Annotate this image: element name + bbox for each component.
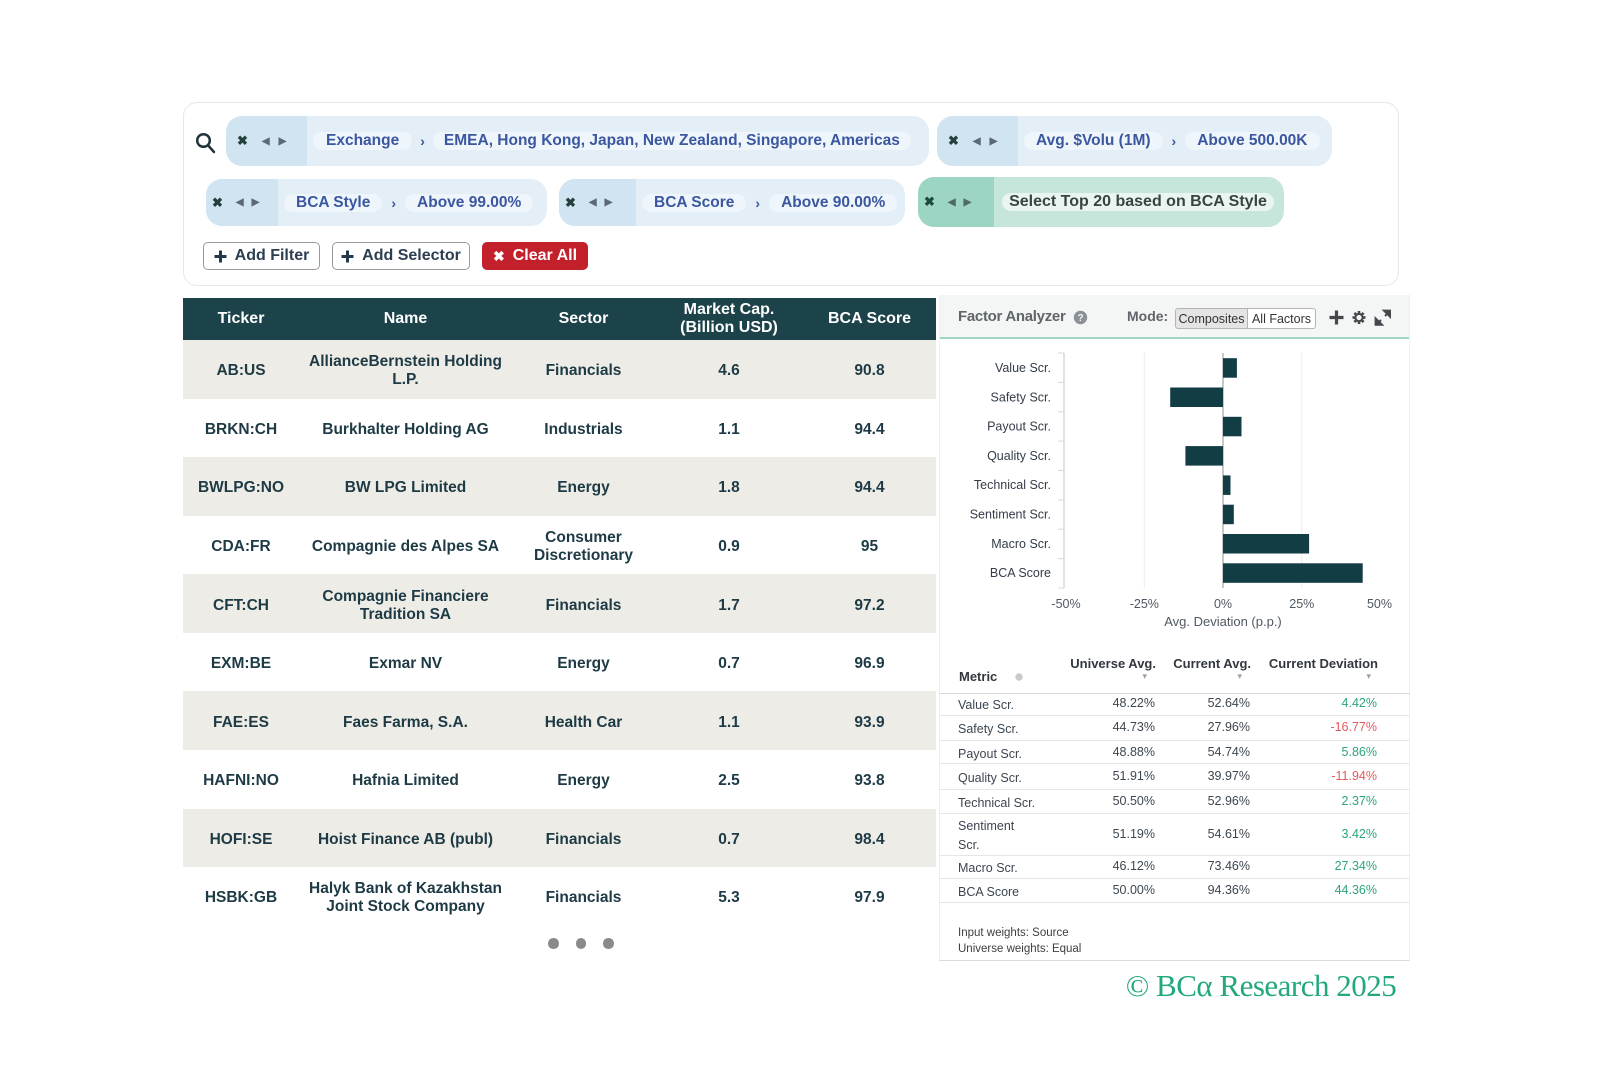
svg-text:Payout Scr.: Payout Scr. <box>987 420 1051 434</box>
svg-text:?: ? <box>1077 313 1083 324</box>
svg-text:BCA Score: BCA Score <box>990 566 1051 580</box>
svg-text:-50%: -50% <box>1051 597 1080 611</box>
svg-text:25%: 25% <box>1289 597 1314 611</box>
svg-text:0%: 0% <box>1214 597 1232 611</box>
svg-text:50%: 50% <box>1367 597 1392 611</box>
svg-text:Quality Scr.: Quality Scr. <box>987 449 1051 463</box>
svg-text:Value Scr.: Value Scr. <box>995 361 1051 375</box>
svg-text:Safety Scr.: Safety Scr. <box>991 390 1051 404</box>
svg-text:Macro Scr.: Macro Scr. <box>991 537 1051 551</box>
svg-text:Avg. Deviation (p.p.): Avg. Deviation (p.p.) <box>1164 614 1282 629</box>
svg-text:Sentiment Scr.: Sentiment Scr. <box>970 508 1051 522</box>
svg-text:Technical Scr.: Technical Scr. <box>974 478 1051 492</box>
svg-text:-25%: -25% <box>1130 597 1159 611</box>
